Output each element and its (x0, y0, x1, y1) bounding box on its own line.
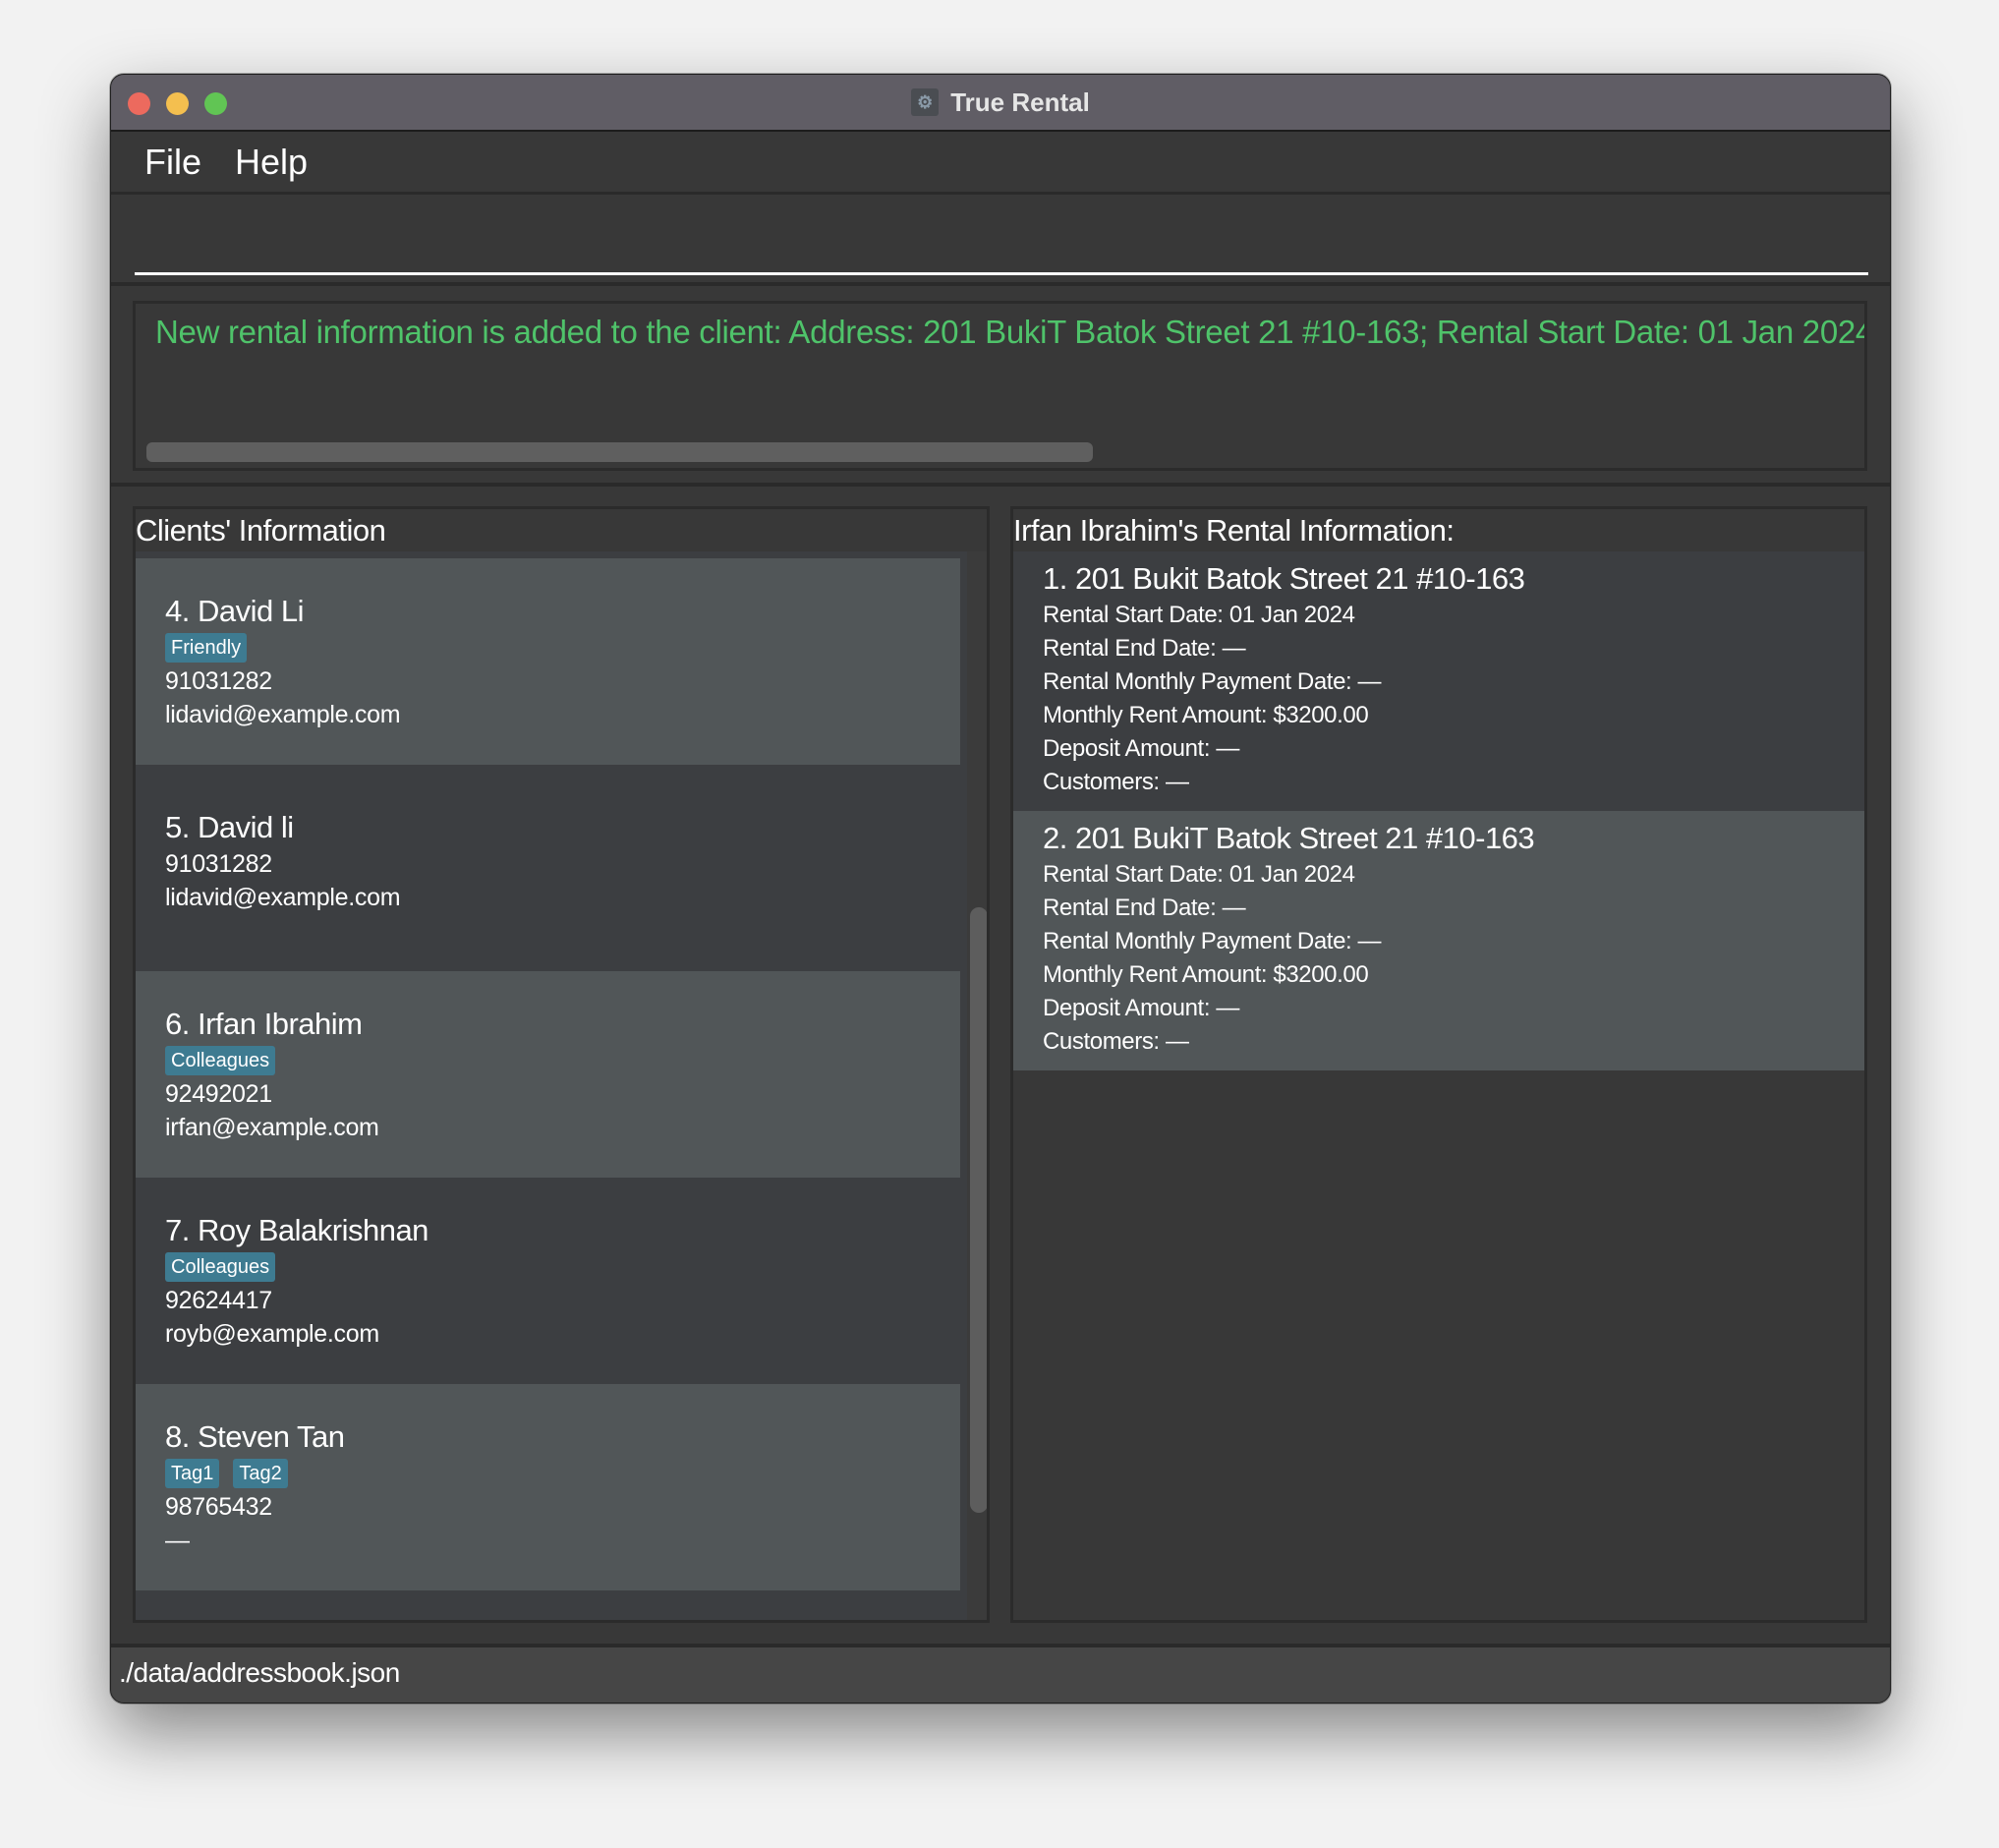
client-name: 5. David li (165, 810, 294, 844)
rental-customers: Customers: — (1043, 1028, 1189, 1055)
client-name: 7. Roy Balakrishnan (165, 1213, 428, 1247)
command-input[interactable] (135, 204, 1868, 275)
client-phone: 98765432 (165, 1493, 272, 1521)
client-email: lidavid@example.com (165, 884, 401, 911)
rental-start-date: Rental Start Date: 01 Jan 2024 (1043, 861, 1355, 888)
rental-list: 1. 201 Bukit Batok Street 21 #10-163 Ren… (1013, 551, 1864, 1620)
menu-help[interactable]: Help (235, 142, 308, 183)
window-title-group: ⚙ True Rental (111, 75, 1890, 130)
menu-bar: File Help (111, 132, 1890, 195)
client-list-scroll-thumb[interactable] (970, 907, 987, 1513)
client-tags: Friendly (165, 633, 960, 663)
client-tag: Friendly (165, 633, 248, 663)
client-email: — (165, 1527, 190, 1554)
rental-start-date: Rental Start Date: 01 Jan 2024 (1043, 602, 1355, 628)
status-bar: ./data/addressbook.json (111, 1644, 1890, 1703)
rental-rent-amount: Monthly Rent Amount: $3200.00 (1043, 961, 1369, 988)
client-name: 4. David Li (165, 594, 304, 628)
title-bar: ⚙ True Rental (111, 75, 1890, 132)
client-tags: Colleagues (165, 1046, 960, 1075)
client-phone: 92492021 (165, 1080, 272, 1108)
rental-customers: Customers: — (1043, 769, 1189, 795)
rental-payment-date: Rental Monthly Payment Date: — (1043, 668, 1382, 695)
client-tag: Tag2 (233, 1459, 288, 1488)
client-email: irfan@example.com (165, 1114, 379, 1141)
clients-panel: Clients' Information 4. David Li Friendl… (133, 506, 990, 1623)
result-horizontal-scrollbar[interactable] (146, 442, 1093, 462)
rental-end-date: Rental End Date: — (1043, 635, 1246, 662)
rental-deposit: Deposit Amount: — (1043, 735, 1239, 762)
client-tags: Colleagues (165, 1252, 960, 1282)
rental-address: 2. 201 BukiT Batok Street 21 #10-163 (1043, 821, 1535, 855)
client-list: 4. David Li Friendly 91031282 lidavid@ex… (136, 551, 987, 1620)
result-message: New rental information is added to the c… (155, 314, 1867, 350)
client-phone: 91031282 (165, 850, 272, 878)
clients-panel-header: Clients' Information (136, 513, 386, 548)
rental-card[interactable]: 2. 201 BukiT Batok Street 21 #10-163 Ren… (1013, 811, 1864, 1070)
client-tag: Colleagues (165, 1046, 276, 1075)
divider (111, 483, 1890, 487)
rental-rent-amount: Monthly Rent Amount: $3200.00 (1043, 702, 1369, 728)
client-tag: Colleagues (165, 1252, 276, 1282)
app-icon: ⚙ (911, 88, 940, 116)
rental-end-date: Rental End Date: — (1043, 895, 1246, 921)
rental-deposit: Deposit Amount: — (1043, 995, 1239, 1021)
rental-panel: Irfan Ibrahim's Rental Information: 1. 2… (1010, 506, 1867, 1623)
client-card[interactable]: 6. Irfan Ibrahim Colleagues 92492021 irf… (136, 971, 960, 1178)
client-card[interactable]: 4. David Li Friendly 91031282 lidavid@ex… (136, 558, 960, 765)
client-email: lidavid@example.com (165, 701, 401, 728)
client-card[interactable]: 8. Steven Tan Tag1 Tag2 98765432 — (136, 1384, 960, 1590)
client-card[interactable]: 5. David li 91031282 lidavid@example.com (136, 765, 960, 971)
menu-file[interactable]: File (144, 142, 201, 183)
client-name: 8. Steven Tan (165, 1419, 345, 1454)
rental-payment-date: Rental Monthly Payment Date: — (1043, 928, 1382, 954)
status-file-path: ./data/addressbook.json (119, 1657, 400, 1688)
client-email: royb@example.com (165, 1320, 379, 1348)
client-phone: 92624417 (165, 1287, 272, 1314)
window-title: True Rental (950, 87, 1090, 117)
client-phone: 91031282 (165, 667, 272, 695)
client-tag: Tag1 (165, 1459, 220, 1488)
client-list-scrollbar[interactable] (967, 551, 987, 1620)
client-tags: Tag1 Tag2 (165, 1459, 960, 1488)
rental-panel-header: Irfan Ibrahim's Rental Information: (1013, 513, 1455, 548)
app-window: ⚙ True Rental File Help New rental infor… (110, 74, 1891, 1704)
result-display: New rental information is added to the c… (133, 301, 1867, 471)
rental-card[interactable]: 1. 201 Bukit Batok Street 21 #10-163 Ren… (1013, 551, 1864, 811)
rental-address: 1. 201 Bukit Batok Street 21 #10-163 (1043, 561, 1525, 596)
command-box (111, 195, 1890, 286)
client-card[interactable]: 7. Roy Balakrishnan Colleagues 92624417 … (136, 1178, 960, 1384)
client-name: 6. Irfan Ibrahim (165, 1007, 363, 1041)
